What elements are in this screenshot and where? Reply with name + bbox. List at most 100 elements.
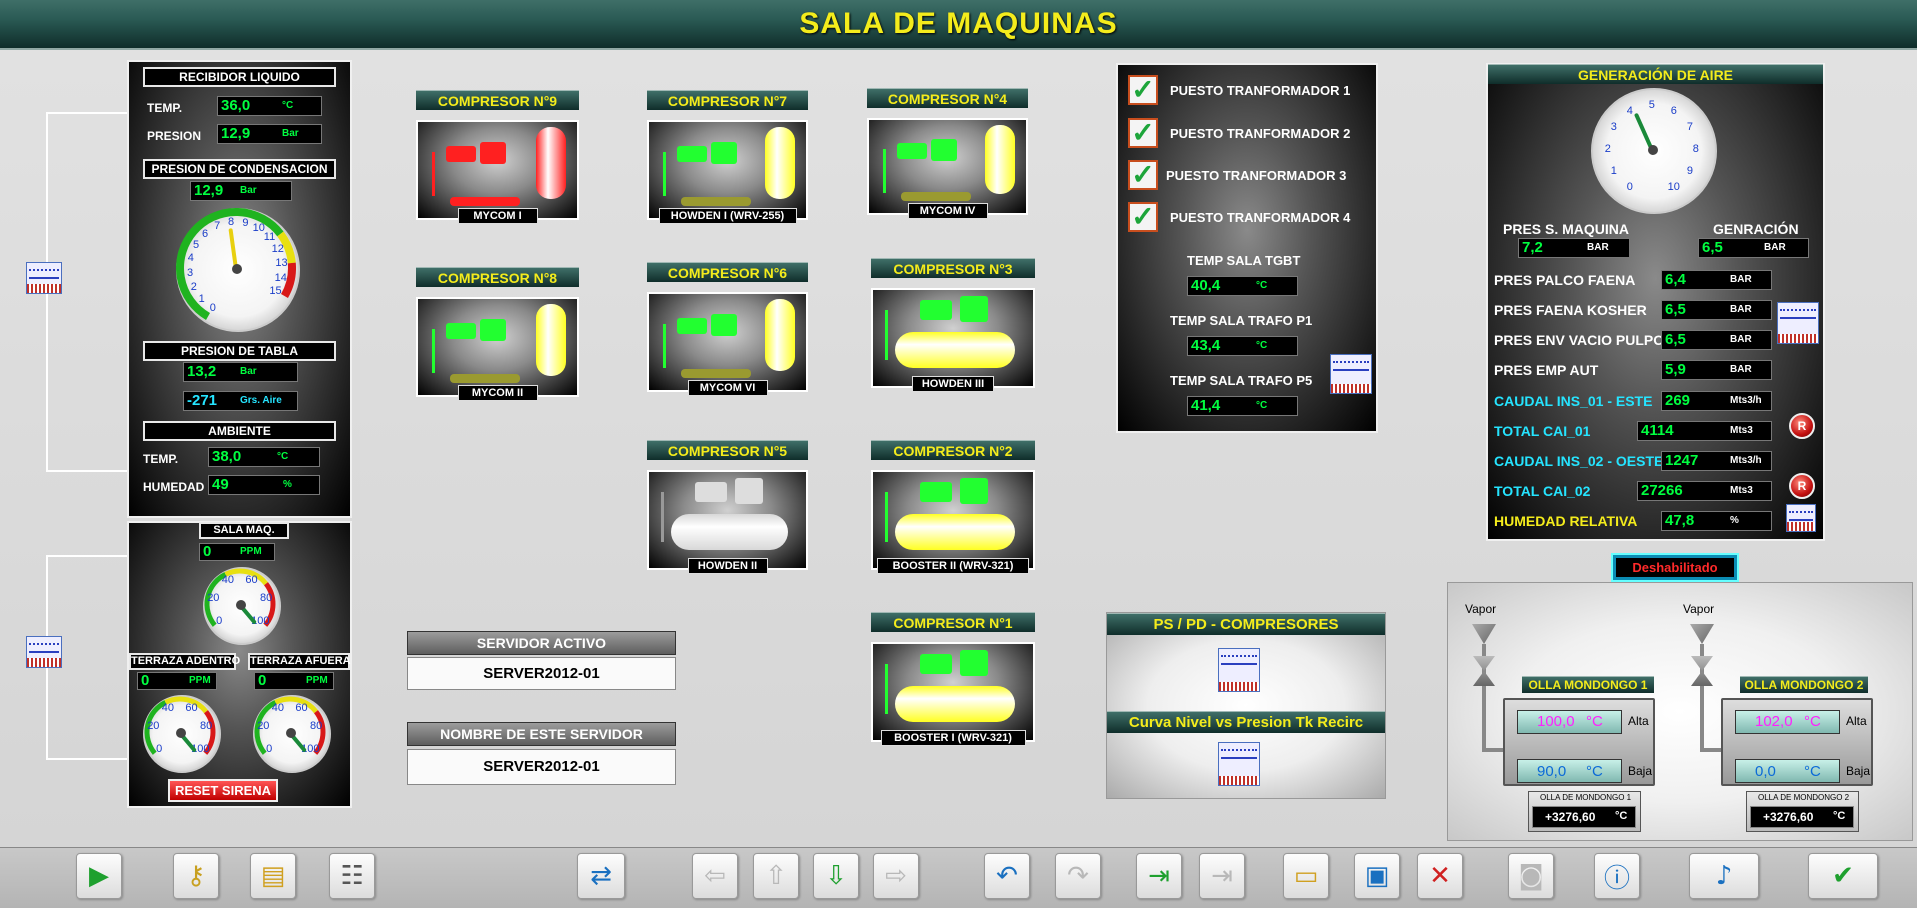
- pipe: [681, 197, 751, 206]
- servidor-activo-value: SERVER2012-01: [407, 657, 676, 690]
- aire-row-label: TOTAL CAI_01: [1494, 423, 1591, 439]
- olla-baja-unit: °C: [1804, 763, 1821, 780]
- keys-icon: ⚷: [186, 861, 206, 891]
- nombre-servidor-value: SERVER2012-01: [407, 749, 676, 785]
- compresor-image[interactable]: [647, 292, 808, 392]
- gauge-tick-label: 6: [1670, 104, 1677, 117]
- compresor-title: COMPRESOR N°3: [871, 258, 1035, 278]
- reset-total-cai-01-button[interactable]: R: [1789, 413, 1815, 439]
- monitor-eye-button[interactable]: ◙: [1508, 853, 1554, 899]
- generacion-unit: BAR: [1764, 242, 1786, 253]
- compresor-label: BOOSTER II (WRV-321): [877, 558, 1029, 574]
- arrow-left-button[interactable]: ⇦: [692, 853, 738, 899]
- reset-sirena-button[interactable]: RESET SIRENA: [168, 779, 278, 802]
- tank: [536, 127, 566, 199]
- trafo-label: PUESTO TRANFORMADOR 3: [1166, 168, 1347, 183]
- compresor-image[interactable]: [871, 288, 1035, 388]
- gauge-tick-label: 11: [263, 231, 276, 244]
- tank: [895, 686, 1015, 722]
- pres-s-maquina-value: 7,2: [1518, 238, 1630, 258]
- gauge-tick-label: 2: [190, 280, 197, 293]
- aire-row-label: HUMEDAD RELATIVA: [1494, 513, 1638, 529]
- keys-button[interactable]: ⚷: [173, 853, 219, 899]
- save-button[interactable]: ▣: [1354, 853, 1400, 899]
- olla-title: OLLA MONDONGO 1: [1522, 676, 1654, 693]
- compresor-image[interactable]: [867, 118, 1028, 215]
- checklist-button[interactable]: ☷: [329, 853, 375, 899]
- trend-icon[interactable]: [1218, 648, 1260, 692]
- gauge-tick-label: 9: [242, 217, 249, 229]
- gauge-tick-label: 8: [1692, 143, 1699, 155]
- gauge-tick-label: 4: [1626, 104, 1633, 117]
- undo-button[interactable]: ↶: [984, 853, 1030, 899]
- trend-icon[interactable]: [1786, 504, 1816, 532]
- deshabilitado-status[interactable]: Deshabilitado: [1611, 553, 1739, 582]
- pipe: [681, 369, 751, 378]
- gauge-tick-label: 3: [187, 266, 194, 279]
- redo-button[interactable]: ↷: [1055, 853, 1101, 899]
- p5-unit: °C: [1256, 400, 1268, 411]
- arrow-up-button[interactable]: ⇧: [753, 853, 799, 899]
- tabla-header: PRESION DE TABLA: [143, 341, 336, 361]
- sala-maq-header: SALA MAQ.: [199, 522, 289, 539]
- compresor-image[interactable]: [871, 642, 1035, 742]
- compresor-image[interactable]: [647, 120, 808, 220]
- recibidor-header: RECIBIDOR LIQUIDO: [143, 67, 336, 87]
- olla-baja-display: [1735, 759, 1840, 783]
- sound-check-button[interactable]: ♪: [1689, 853, 1759, 899]
- screen-transfer-button[interactable]: ⇄: [577, 853, 625, 899]
- arrow-down-button[interactable]: ⇩: [813, 853, 859, 899]
- ambiente-temp-unit: °C: [277, 451, 289, 462]
- compresor-label: MYCOM VI: [687, 380, 768, 396]
- gauge-tick-label: 80: [200, 720, 213, 733]
- notepad-button[interactable]: ▤: [250, 853, 296, 899]
- gauge-tick-label: 9: [1686, 165, 1694, 177]
- pipe: [883, 148, 886, 193]
- gauge-tick-label: 0: [216, 615, 223, 628]
- exit-screen-button[interactable]: ⇥: [1199, 853, 1245, 899]
- trend-icon[interactable]: [26, 636, 62, 668]
- trend-icon[interactable]: [1777, 302, 1819, 344]
- aire-row-label: PRES EMP AUT: [1494, 362, 1599, 378]
- p1-label: TEMP SALA TRAFO P1: [1170, 313, 1313, 328]
- arrow-right-button[interactable]: ⇨: [873, 853, 919, 899]
- trafo-label: PUESTO TRANFORMADOR 4: [1170, 210, 1351, 225]
- gauge-tick-label: 60: [185, 701, 198, 714]
- trend-icon[interactable]: [1330, 354, 1372, 394]
- delete-button[interactable]: ✕: [1417, 853, 1463, 899]
- trend-icon[interactable]: [1218, 742, 1260, 786]
- compresor-label: HOWDEN II: [687, 558, 768, 574]
- compresor-image[interactable]: [416, 120, 579, 220]
- tabla-aire-unit: Grs. Aire: [240, 395, 282, 406]
- double-check-button[interactable]: ✔: [1808, 853, 1878, 899]
- aire-row-label: CAUDAL INS_01 - ESTE: [1494, 393, 1653, 409]
- info-button[interactable]: ⓘ: [1594, 853, 1640, 899]
- sala-maq-unit: PPM: [240, 546, 262, 557]
- gauge-tick-label: 1: [198, 292, 205, 305]
- page-title: SALA DE MAQUINAS: [799, 7, 1118, 40]
- terraza-adentro-header: TERRAZA ADENTRO: [129, 653, 240, 670]
- open-folder-icon: ▭: [1293, 861, 1319, 891]
- trend-icon[interactable]: [26, 262, 62, 294]
- play-button[interactable]: ▶: [76, 853, 122, 899]
- compresor-image[interactable]: [416, 297, 579, 397]
- aire-row-unit: BAR: [1730, 334, 1752, 345]
- gauge-tick-label: 8: [227, 216, 235, 229]
- compresor-label: MYCOM I: [457, 208, 538, 224]
- checkmark-icon: ✓: [1128, 118, 1158, 148]
- compresor-image[interactable]: [871, 470, 1035, 570]
- aire-row-unit: Mts3/h: [1730, 455, 1762, 466]
- compresor-image[interactable]: [647, 470, 808, 570]
- olla-baja-value: 0,0: [1755, 763, 1776, 780]
- condensacion-header: PRESION DE CONDENSACION: [143, 159, 336, 179]
- title-bar: SALA DE MAQUINAS: [0, 0, 1917, 50]
- compresor-label: BOOSTER I (WRV-321): [880, 730, 1026, 746]
- nombre-servidor-header: NOMBRE DE ESTE SERVIDOR: [407, 722, 676, 746]
- open-folder-button[interactable]: ▭: [1283, 853, 1329, 899]
- gauge-hub: [236, 600, 246, 610]
- aire-row-label: TOTAL CAI_02: [1494, 483, 1591, 499]
- enter-screen-button[interactable]: ⇥: [1136, 853, 1182, 899]
- olla-alta-value: 100,0: [1537, 713, 1575, 730]
- gauge-tick-label: 0: [1626, 181, 1633, 194]
- reset-total-cai-02-button[interactable]: R: [1789, 473, 1815, 499]
